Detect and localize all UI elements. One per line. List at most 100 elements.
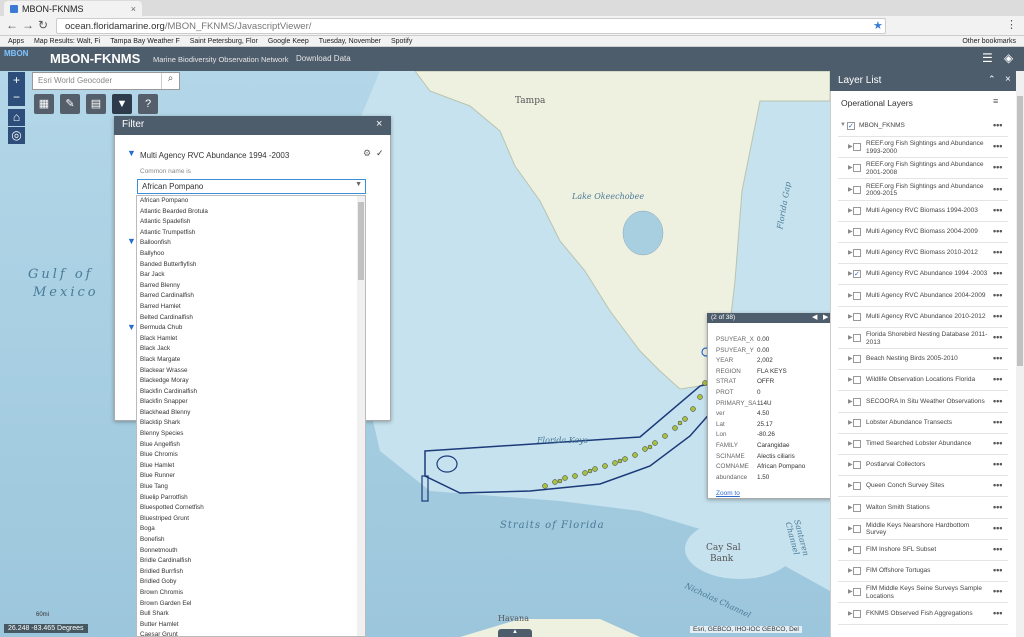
close-icon[interactable]: × [1005, 74, 1011, 85]
layer-checkbox[interactable] [853, 609, 861, 618]
option-item[interactable]: Bull Shark [137, 609, 365, 620]
layer-options-icon[interactable]: ≡ [993, 96, 998, 106]
option-item[interactable]: Barred Blenny [137, 281, 365, 292]
list-icon[interactable]: ☰ [982, 51, 993, 65]
bookmark-item[interactable]: Google Keep [268, 38, 309, 45]
bookmark-item[interactable]: Spotify [391, 38, 412, 45]
layer-checkbox[interactable] [853, 524, 861, 533]
option-item[interactable]: Bridle Cardinalfish [137, 556, 365, 567]
more-options-icon[interactable]: ••• [993, 311, 1002, 321]
option-item[interactable]: Bridled Goby [137, 577, 365, 588]
more-options-icon[interactable]: ••• [993, 565, 1002, 575]
option-item[interactable]: Bonnetmouth [137, 546, 365, 557]
more-options-icon[interactable]: ••• [993, 162, 1002, 172]
layer-checkbox[interactable]: ✓ [853, 270, 861, 279]
expand-right-icon[interactable]: ▶ [848, 292, 853, 299]
expand-right-icon[interactable]: ▶ [848, 610, 853, 617]
print-icon[interactable]: ▤ [86, 94, 106, 114]
expand-right-icon[interactable]: ▶ [848, 270, 853, 277]
common-name-options[interactable]: African Pompano Atlantic Bearded Brotula A… [136, 195, 366, 637]
option-item[interactable]: Blenny Species [137, 429, 365, 440]
option-item[interactable]: Barred Cardinalfish [137, 291, 365, 302]
more-options-icon[interactable]: ••• [993, 608, 1002, 618]
attribute-table-toggle[interactable]: ▲ [498, 629, 532, 637]
layer-checkbox[interactable] [853, 440, 861, 448]
common-name-select[interactable]: African Pompano ▼ [137, 179, 366, 194]
more-options-icon[interactable]: ••• [993, 374, 1002, 384]
prev-icon[interactable]: ◀ [812, 313, 817, 321]
more-options-icon[interactable]: ••• [993, 417, 1002, 427]
layer-checkbox[interactable] [853, 588, 861, 597]
expand-right-icon[interactable]: ▶ [848, 164, 853, 171]
more-options-icon[interactable]: ••• [993, 205, 1002, 215]
bookmark-apps[interactable]: Apps [8, 38, 24, 45]
more-options-icon[interactable]: ••• [993, 184, 1002, 194]
zoom-in-button[interactable]: + [8, 72, 25, 89]
option-item[interactable]: Blackear Wrasse [137, 366, 365, 377]
layer-checkbox[interactable] [853, 143, 861, 152]
option-item[interactable]: Bar Jack [137, 270, 365, 281]
close-tab-icon[interactable]: × [131, 4, 136, 14]
home-icon[interactable]: ⌂ [8, 109, 25, 126]
option-item[interactable]: Black Jack [137, 344, 365, 355]
bookmark-item[interactable]: Tampa Bay Weather F [110, 38, 180, 45]
menu-icon[interactable]: ⋮ [1006, 18, 1017, 31]
layer-checkbox[interactable] [853, 546, 861, 554]
expand-right-icon[interactable]: ▶ [848, 482, 853, 489]
layer-checkbox[interactable] [853, 312, 861, 321]
option-item[interactable]: Bridled Burrfish [137, 567, 365, 578]
option-item[interactable]: Brown Chromis [137, 588, 365, 599]
option-item[interactable]: Banded Butterflyfish [137, 260, 365, 271]
layer-checkbox[interactable] [853, 228, 861, 236]
option-item[interactable]: Atlantic Trumpetfish [137, 228, 365, 239]
zoom-to-link[interactable]: Zoom to [716, 490, 740, 497]
option-item[interactable]: Black Hamlet [137, 334, 365, 345]
app-subtitle[interactable]: Marine Biodiversity Observation Network [153, 55, 288, 64]
browser-tab[interactable]: MBON-FKNMS × [4, 1, 142, 16]
more-options-icon[interactable]: ••• [993, 226, 1002, 236]
option-item[interactable]: Bluespotted Cornetfish [137, 503, 365, 514]
option-item[interactable]: Blacktip Shark [137, 418, 365, 429]
option-item[interactable]: Belted Cardinalfish [137, 313, 365, 324]
help-icon[interactable]: ? [138, 94, 158, 114]
expand-right-icon[interactable]: ▶ [848, 588, 853, 595]
url-field[interactable]: ocean.floridamarine.org/MBON_FKNMS/Javas… [56, 18, 886, 34]
layer-checkbox[interactable] [853, 503, 861, 512]
option-item[interactable]: Blue Angelfish [137, 440, 365, 451]
layer-checkbox[interactable] [853, 249, 861, 258]
expand-right-icon[interactable]: ▶ [848, 376, 853, 383]
more-options-icon[interactable]: ••• [993, 544, 1002, 554]
more-options-icon[interactable]: ••• [993, 523, 1002, 533]
option-item[interactable]: Blue Tang [137, 482, 365, 493]
layer-checkbox[interactable] [853, 206, 861, 215]
layer-checkbox[interactable] [853, 334, 861, 342]
expand-right-icon[interactable]: ▶ [848, 419, 853, 426]
draw-icon[interactable]: ✎ [60, 94, 80, 114]
bookmark-item[interactable]: Tuesday, November [319, 38, 381, 45]
option-item[interactable]: Atlantic Bearded Brotula [137, 207, 365, 218]
back-icon[interactable]: ← [6, 18, 18, 32]
expand-right-icon[interactable]: ▶ [848, 567, 853, 574]
option-item[interactable]: Blackfin Cardinalfish [137, 387, 365, 398]
expand-right-icon[interactable]: ▶ [848, 504, 853, 511]
more-options-icon[interactable]: ••• [993, 396, 1002, 406]
more-options-icon[interactable]: ••• [993, 141, 1002, 151]
option-item[interactable]: Blue Runner [137, 471, 365, 482]
layer-checkbox[interactable] [853, 291, 861, 300]
option-item[interactable]: Brown Garden Eel [137, 599, 365, 610]
collapse-icon[interactable]: ⌃ [988, 74, 996, 85]
expand-right-icon[interactable]: ▶ [848, 186, 853, 193]
option-item[interactable]: Barred Hamlet [137, 302, 365, 313]
expand-down-icon[interactable]: ▼ [840, 122, 846, 128]
forward-icon[interactable]: → [22, 18, 34, 32]
layer-checkbox[interactable] [853, 164, 861, 173]
layer-checkbox[interactable] [853, 376, 861, 385]
bookmark-item[interactable]: Saint Petersburg, Flor [190, 38, 258, 45]
option-item[interactable]: Bluelip Parrotfish [137, 493, 365, 504]
option-item[interactable]: Bonefish [137, 535, 365, 546]
option-item[interactable]: Butter Hamlet [137, 620, 365, 631]
basemap-gallery-icon[interactable]: ▦ [34, 94, 54, 114]
bookmark-other[interactable]: Other bookmarks [962, 38, 1024, 45]
expand-right-icon[interactable]: ▶ [848, 334, 853, 341]
zoom-out-button[interactable]: − [8, 89, 25, 106]
